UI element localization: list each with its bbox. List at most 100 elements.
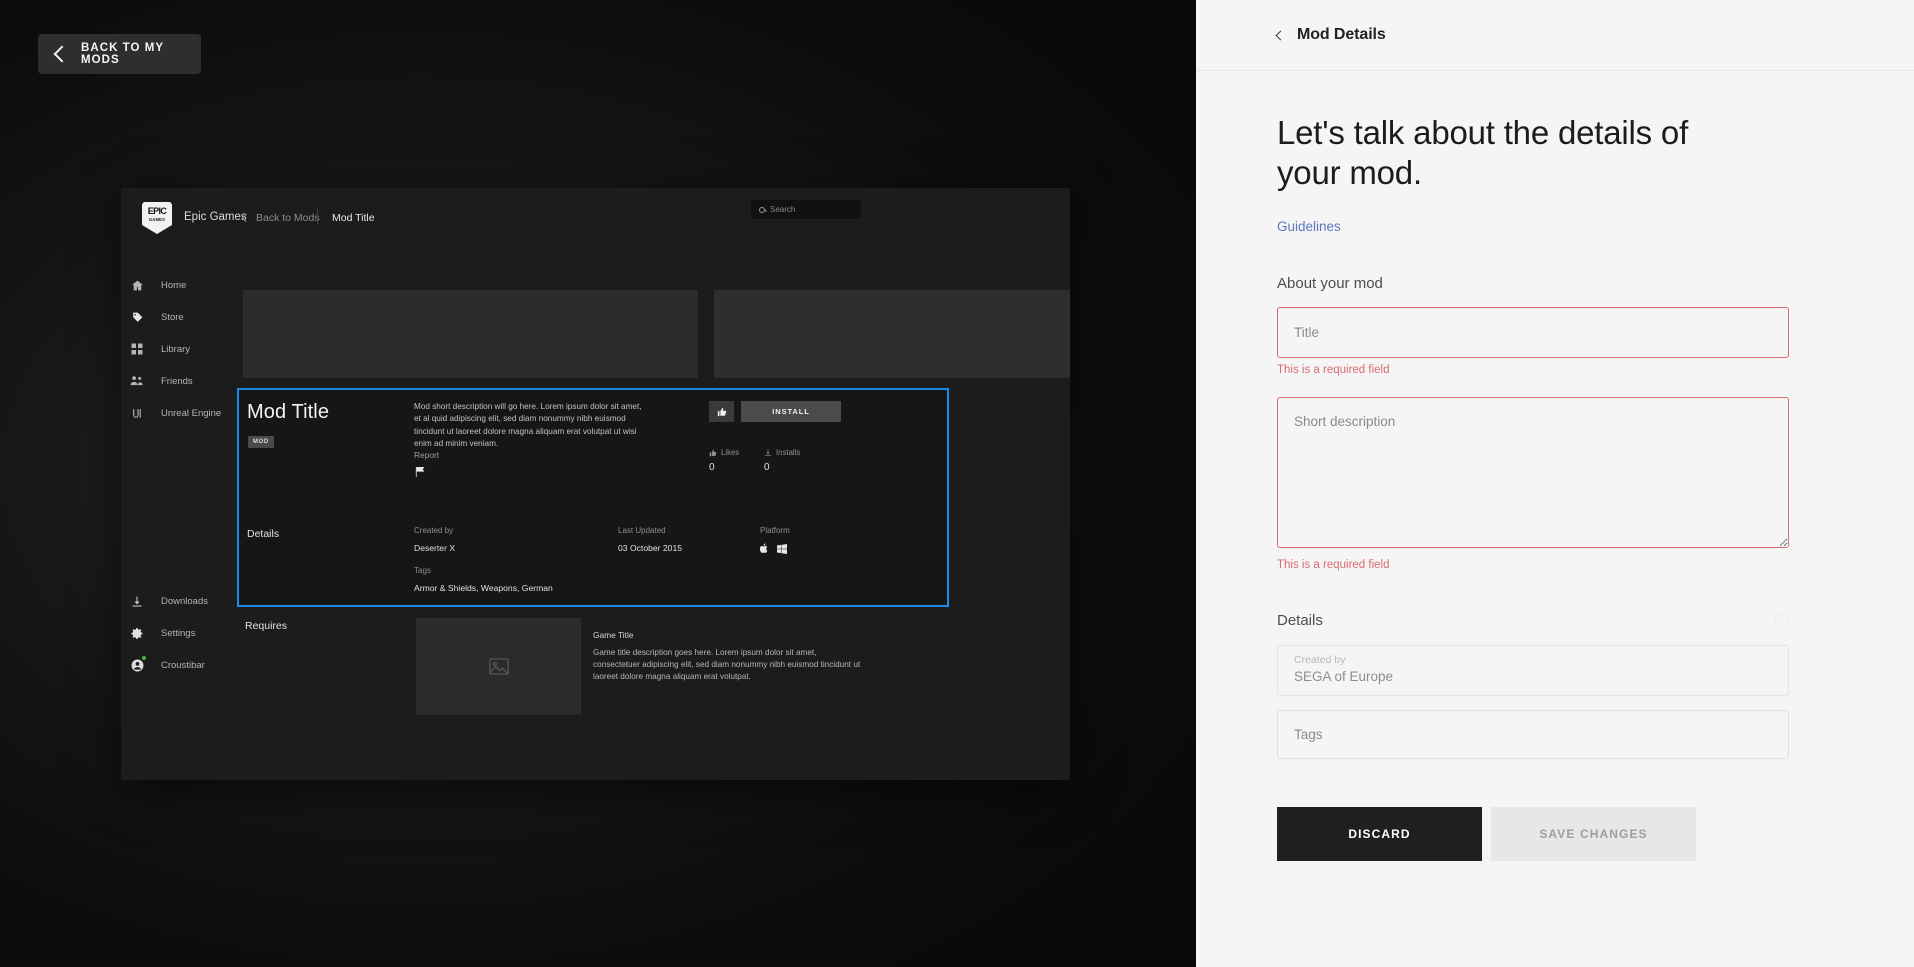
required-game-description: Game title description goes here. Lorem …: [593, 648, 861, 682]
sidebar-item-friends[interactable]: Friends: [121, 370, 243, 392]
sidebar-item-unreal-engine[interactable]: Unreal Engine: [121, 402, 243, 424]
sidebar-item-home[interactable]: Home: [121, 274, 243, 296]
download-icon: [129, 593, 145, 609]
short-description-textarea[interactable]: [1277, 397, 1789, 548]
last-updated-value: 03 October 2015: [618, 543, 683, 553]
preview-area: BACK TO MY MODS EPIC GAMES Epic Games Bac…: [0, 0, 1196, 967]
home-icon: [129, 277, 145, 293]
install-label: INSTALL: [772, 407, 810, 416]
sidebar-item-downloads[interactable]: Downloads: [121, 590, 243, 612]
sidebar-item-label: Home: [161, 279, 187, 291]
sidebar-item-store[interactable]: Store: [121, 306, 243, 328]
download-icon: [765, 449, 771, 456]
sidebar-item-library[interactable]: Library: [121, 338, 243, 360]
breadcrumb-divider: [317, 208, 318, 224]
search-icon: [759, 206, 765, 213]
created-by-value: Deserter X: [414, 543, 456, 553]
report-label: Report: [414, 450, 440, 460]
grid-icon: [129, 341, 145, 357]
breadcrumb-current: Mod Title: [332, 212, 375, 224]
sidebar-item-label: Settings: [161, 627, 196, 639]
stat-installs: Installs 0: [764, 448, 800, 473]
stat-label: Likes: [721, 448, 740, 457]
requires-label: Requires: [245, 620, 288, 632]
screen-root: BACK TO MY MODS EPIC GAMES Epic Games Bac…: [0, 0, 1914, 967]
required-game-title: Game Title: [593, 630, 634, 640]
required-game-thumbnail: [416, 618, 581, 715]
hero-banner-placeholder: [243, 290, 698, 378]
mod-details-panel: Mod Details Let's talk about the details…: [1196, 0, 1914, 967]
panel-title: Mod Details: [1297, 26, 1386, 43]
tags-input[interactable]: [1277, 710, 1789, 759]
stat-likes: Likes 0: [709, 448, 739, 473]
mod-badge: MOD: [248, 436, 274, 448]
short-description-error: This is a required field: [1277, 559, 1390, 571]
created-by-readonly-field: Created by SEGA of Europe: [1277, 645, 1789, 696]
sidebar-item-label: Croustibar: [161, 659, 205, 671]
discard-button[interactable]: DISCARD: [1277, 807, 1482, 861]
panel-heading: Let's talk about the details of your mod…: [1277, 114, 1689, 191]
required-game-info: Game Title Game title description goes h…: [593, 630, 865, 684]
tag-icon: [129, 309, 145, 325]
about-section-label: About your mod: [1277, 275, 1383, 292]
flag-icon[interactable]: [415, 464, 426, 477]
windows-icon: [777, 543, 787, 554]
chevron-left-icon[interactable]: [1275, 30, 1286, 40]
mod-title-error: This is a required field: [1277, 364, 1390, 376]
sidebar-item-label: Unreal Engine: [161, 407, 222, 419]
preview-search-input[interactable]: Search: [751, 200, 861, 219]
account-icon: [129, 656, 146, 673]
mod-description: Mod short description will go here. Lore…: [414, 402, 642, 448]
apple-icon: [760, 543, 768, 554]
breadcrumb-back-label: Back to Mods: [256, 212, 320, 224]
created-by-label: Created by: [1294, 654, 1346, 666]
thumbs-up-icon: [717, 407, 726, 416]
sidebar-item-label: Downloads: [161, 595, 208, 607]
chevron-left-icon: [53, 45, 71, 63]
panel-header: Mod Details: [1196, 0, 1914, 71]
epic-games-preview-window: EPIC GAMES Epic Games Back to Mods Mod Ti…: [121, 188, 1070, 780]
panel-body: Let's talk about the details of your mod…: [1196, 71, 1914, 967]
back-to-my-mods-label: BACK TO MY MODS: [81, 42, 164, 66]
breadcrumb-back-to-mods[interactable]: Back to Mods: [241, 212, 320, 224]
selected-mod-card[interactable]: Mod Title MOD Mod short description will…: [237, 388, 949, 607]
platform-label: Platform: [760, 526, 790, 535]
platform-column: Platform: [760, 526, 790, 554]
tags-value: Armor & Shields, Weapons, German: [414, 583, 553, 593]
image-placeholder-icon: [488, 658, 509, 675]
created-by-value: SEGA of Europe: [1294, 669, 1394, 684]
sidebar-item-settings[interactable]: Settings: [121, 622, 243, 644]
card-tags-column: Tags Armor & Shields, Weapons, German: [414, 566, 553, 593]
created-by-column: Created by Deserter X: [414, 526, 455, 553]
people-icon: [129, 373, 145, 389]
save-changes-button[interactable]: SAVE CHANGES: [1491, 807, 1696, 861]
stat-label: Installs: [776, 448, 801, 457]
gear-icon: [129, 625, 145, 641]
sidebar-item-label: Library: [161, 343, 191, 355]
online-status-dot: [142, 656, 146, 660]
search-placeholder: Search: [770, 205, 796, 214]
details-section-header: Details i: [1277, 612, 1789, 629]
info-icon[interactable]: i: [1774, 613, 1789, 628]
guidelines-link[interactable]: Guidelines: [1277, 219, 1341, 234]
preview-topbar: EPIC GAMES Epic Games Back to Mods Mod Ti…: [121, 188, 1070, 246]
sidebar-item-account[interactable]: Croustibar: [121, 654, 243, 676]
last-updated-label: Last Updated: [618, 526, 666, 535]
chevron-left-icon: [241, 213, 251, 223]
preview-sidebar: Home Store Library Friends Unreal Engine…: [121, 246, 243, 780]
unreal-icon: [129, 405, 145, 421]
app-name: Epic Games: [184, 211, 247, 223]
created-by-label: Created by: [414, 526, 454, 535]
thumbs-up-icon: [709, 449, 717, 456]
tags-label: Tags: [414, 566, 431, 575]
details-section-label: Details: [1277, 612, 1323, 629]
sidebar-item-label: Friends: [161, 375, 193, 387]
stat-value: 0: [709, 462, 715, 473]
card-details-label: Details: [247, 528, 280, 540]
epic-games-logo-icon: EPIC GAMES: [142, 202, 172, 234]
like-button[interactable]: [709, 401, 734, 422]
back-to-my-mods-button[interactable]: BACK TO MY MODS: [38, 34, 201, 74]
last-updated-column: Last Updated 03 October 2015: [618, 526, 682, 553]
mod-title-input[interactable]: [1277, 307, 1789, 358]
install-button[interactable]: INSTALL: [741, 401, 841, 422]
